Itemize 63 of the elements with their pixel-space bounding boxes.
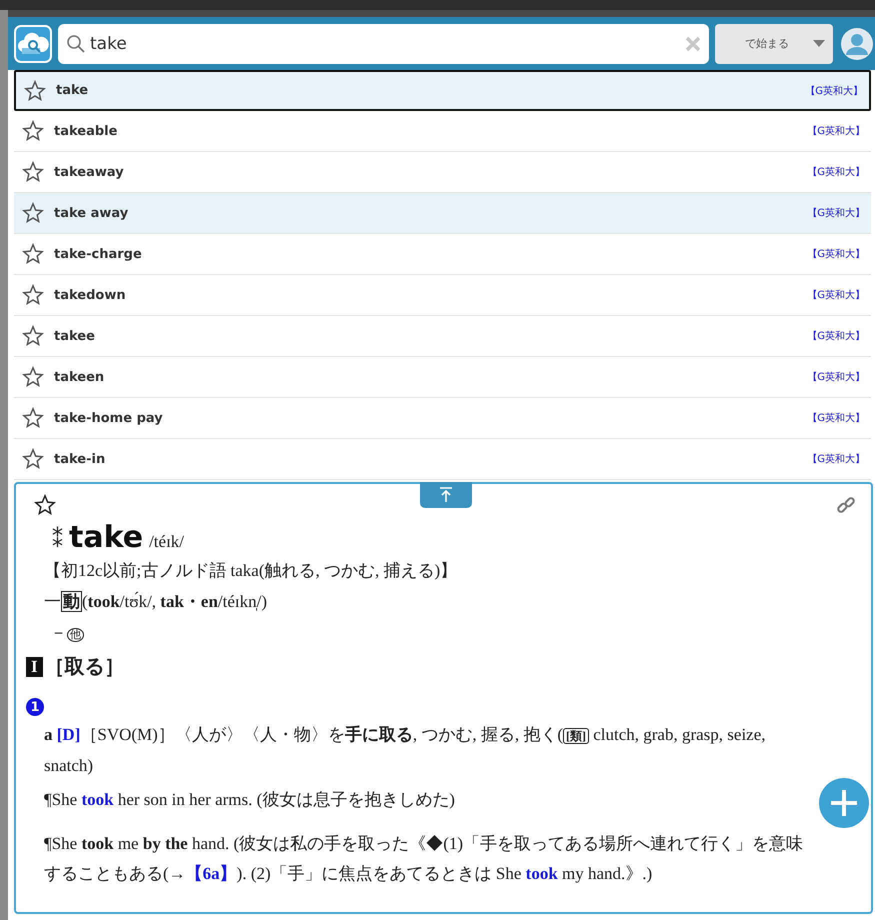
result-word: take-in <box>54 452 106 466</box>
star-icon[interactable] <box>22 202 44 224</box>
result-word: takeaway <box>54 164 125 180</box>
star-icon[interactable] <box>22 448 44 470</box>
dictionary-label: 【G英和大】 <box>807 166 865 179</box>
star-icon[interactable] <box>22 325 44 347</box>
result-word: take-home pay <box>54 410 164 426</box>
arrow-up-icon <box>439 487 453 503</box>
frequency-mark: ⁑ <box>52 528 63 553</box>
dictionary-label: 【G英和大】 <box>807 370 865 384</box>
definition-text: a [D]［SVO(M)］〈人が〉〈人・物〉を手に取る, つかむ, 握る, 抱く( [類] clutch, grab, grasp, seize, snatch) <box>44 724 767 777</box>
dictionary-label: 【G英和大】 <box>807 288 865 302</box>
dictionary-label: 【G英和大】 <box>807 330 865 343</box>
star-icon[interactable] <box>22 243 44 265</box>
search-field[interactable]: take <box>58 24 709 64</box>
result-row[interactable]: takedown 【G英和大】 <box>14 275 871 316</box>
result-row[interactable]: takeable 【G英和大】 <box>14 111 871 152</box>
dictionary-label: 【G英和大】 <box>807 452 865 466</box>
plus-icon <box>829 788 859 818</box>
search-icon <box>66 34 86 54</box>
star-icon[interactable] <box>24 80 46 102</box>
dictionary-label: 【G英和大】 <box>807 412 865 425</box>
result-word: take away <box>54 206 130 220</box>
result-word: take <box>56 83 90 98</box>
dictionary-label: 【G英和大】 <box>807 248 865 261</box>
dictionary-label: 【G英和大】 <box>807 124 865 138</box>
scroll-top-button[interactable] <box>420 482 472 508</box>
result-row[interactable]: take-charge 【G英和大】 <box>14 234 871 275</box>
section-number: I <box>26 656 43 676</box>
result-word: takee <box>54 328 96 344</box>
star-icon[interactable] <box>34 494 56 516</box>
link-icon[interactable] <box>835 494 857 516</box>
star-icon[interactable] <box>22 284 44 306</box>
result-word: takeable <box>54 124 118 138</box>
headword: take <box>69 520 144 555</box>
result-row[interactable]: takee 【G英和大】 <box>14 316 871 357</box>
section-title: ［取る］ <box>44 655 125 680</box>
etymology-text: 【初12c以前;古ノルド語 taka(触れる, つかむ, 捕える)】 <box>44 560 458 582</box>
result-word: takeen <box>54 370 106 384</box>
caret-icon <box>813 40 825 48</box>
sense-number: 1 <box>26 698 44 716</box>
pronunciation: /téɪk/ <box>149 532 184 552</box>
part-of-speech-text: － 他 <box>44 617 857 651</box>
inflection-text: 一動(took/tʊ́k/, tak・en/téɪkn̩/) <box>44 590 268 614</box>
result-row[interactable]: take-home pay 【G英和大】 <box>14 398 871 439</box>
result-word: takedown <box>54 288 127 302</box>
dictionary-label: 【G英和大】 <box>807 206 865 220</box>
add-button[interactable] <box>819 778 869 828</box>
star-icon[interactable] <box>22 161 44 183</box>
user-avatar-icon[interactable] <box>839 26 875 62</box>
example-sentence: ¶She took her son in her arms. (彼女は息子を抱きしめた) <box>44 789 456 811</box>
result-row[interactable]: take away 【G英和大】 <box>14 193 871 234</box>
star-icon[interactable] <box>22 366 44 388</box>
search-mode-dropdown[interactable]: で始まる <box>715 24 833 64</box>
result-row[interactable]: take-in 【G英和大】 <box>14 439 871 480</box>
example-sentence: ¶She took me by the hand. (彼女は私の手を取った《◆(1)「手を取ってある場所へ連れて行く」を意味することもある(→【6a】). (2)「手」に焦点をあてるときは She took my hand.》.) <box>44 833 804 885</box>
star-icon[interactable] <box>22 120 44 142</box>
result-word: take-charge <box>54 246 143 262</box>
result-row[interactable]: take 【G英和大】 <box>14 70 871 111</box>
app-logo-icon[interactable] <box>14 24 52 62</box>
result-row[interactable]: takeen 【G英和大】 <box>14 357 871 398</box>
star-icon[interactable] <box>22 407 44 429</box>
dictionary-label: 【G英和大】 <box>805 84 863 98</box>
